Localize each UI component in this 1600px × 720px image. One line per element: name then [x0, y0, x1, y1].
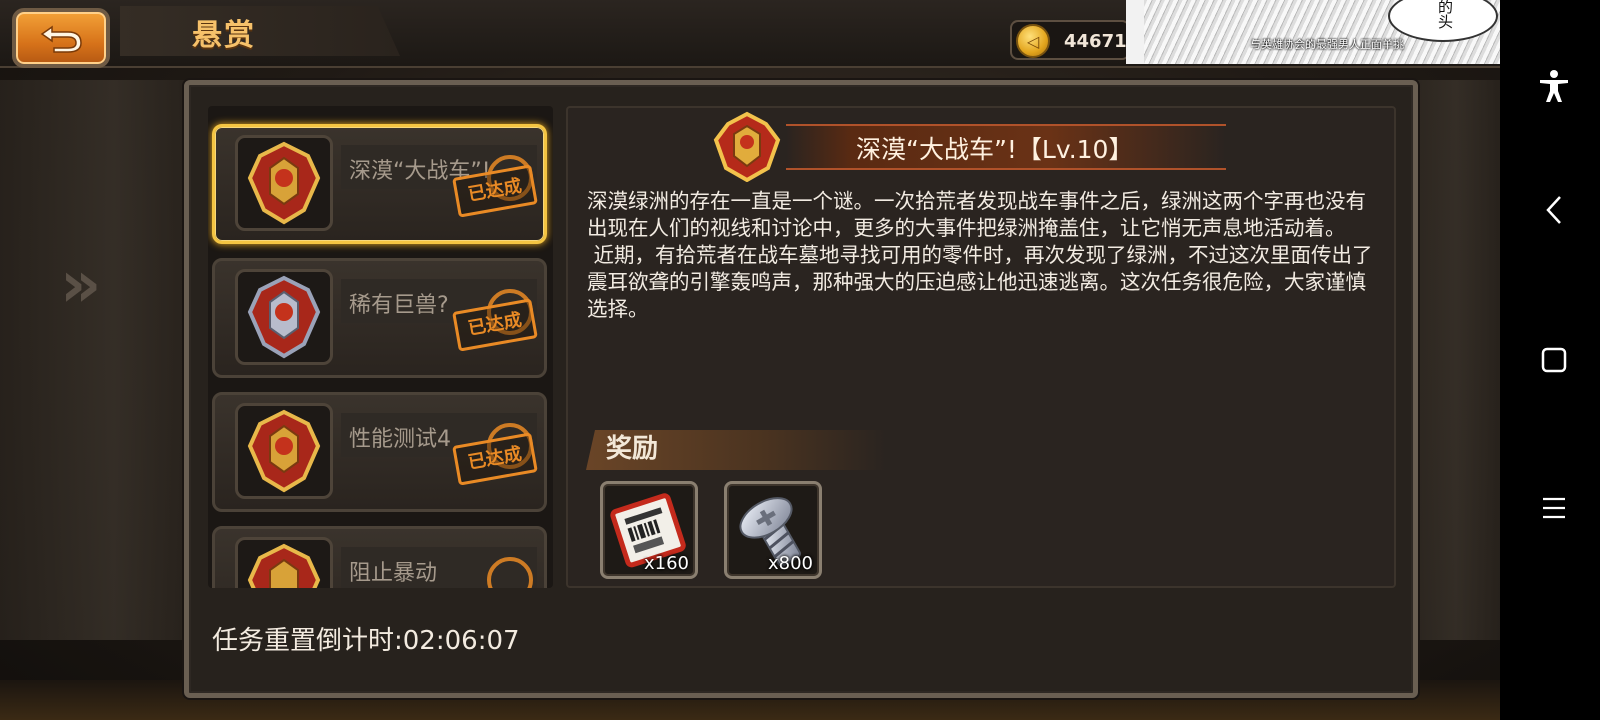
nav-home-icon[interactable] [1530, 336, 1578, 384]
coin-value: 44671 [1064, 31, 1127, 52]
task-badge-frame [235, 269, 333, 365]
manga-ad-banner[interactable]: 的 头 与英雄协会的最强男人正面单挑 [1126, 0, 1548, 64]
accessibility-icon[interactable] [1530, 62, 1578, 110]
task-description: 深漠绿洲的存在一直是一个谜。一次拾荒者发现战车事件之后，绿洲这两个字再也没有出现… [587, 188, 1377, 323]
nav-back-icon[interactable] [1530, 186, 1578, 234]
task-badge-frame [235, 537, 333, 588]
task-item[interactable]: 性能测试4 已达成 [212, 392, 547, 512]
description-paragraph: 深漠绿洲的存在一直是一个谜。一次拾荒者发现战车事件之后，绿洲这两个字再也没有出现… [587, 189, 1366, 240]
task-badge-frame [235, 403, 333, 499]
title-plate [120, 6, 400, 56]
detail-title: 深漠“大战车”!【Lv.10】 [856, 135, 1134, 164]
reward-count: x160 [643, 553, 689, 574]
task-name: 稀有巨兽? [349, 293, 449, 318]
background-chevron-icon: » [60, 248, 102, 322]
return-arrow-icon [40, 25, 82, 53]
reward-item[interactable]: x800 [724, 481, 822, 579]
page-title: 悬赏 [192, 18, 256, 53]
reward-count: x800 [767, 553, 813, 574]
task-name: 性能测试4 [349, 427, 451, 452]
rank-emblem-icon [713, 111, 781, 182]
back-button[interactable] [12, 8, 110, 68]
gold-coin-icon: ◁ [1016, 24, 1050, 58]
rank-badge-icon [247, 409, 321, 493]
reset-countdown: 任务重置倒计时:02:06:07 [212, 626, 520, 656]
ad-bubble-text: 的 头 [1438, 0, 1454, 31]
description-paragraph: 近期，有拾荒者在战车墓地寻找可用的零件时，再次发现了绿洲，不过这次里面传出了震耳… [587, 243, 1373, 321]
task-name: 阻止暴动 [349, 561, 438, 586]
reward-item[interactable]: x160 [600, 481, 698, 579]
background-left-door [0, 80, 190, 640]
rank-badge-icon [247, 543, 321, 588]
rank-badge-icon [247, 275, 321, 359]
ad-caption: 与英雄协会的最强男人正面单挑 [1250, 38, 1404, 51]
task-list[interactable]: 深漠“大战车”! 已达成 稀有巨兽? 已达成 性能测试4 已达成 阻止暴动 [208, 106, 553, 588]
task-item[interactable]: 深漠“大战车”! 已达成 [212, 124, 547, 244]
task-badge-frame [235, 135, 333, 231]
task-item[interactable]: 稀有巨兽? 已达成 [212, 258, 547, 378]
nav-menu-icon[interactable] [1530, 484, 1578, 532]
rank-badge-icon [247, 141, 321, 225]
task-item[interactable]: 阻止暴动 [212, 526, 547, 588]
reward-label: 奖励 [606, 434, 659, 464]
